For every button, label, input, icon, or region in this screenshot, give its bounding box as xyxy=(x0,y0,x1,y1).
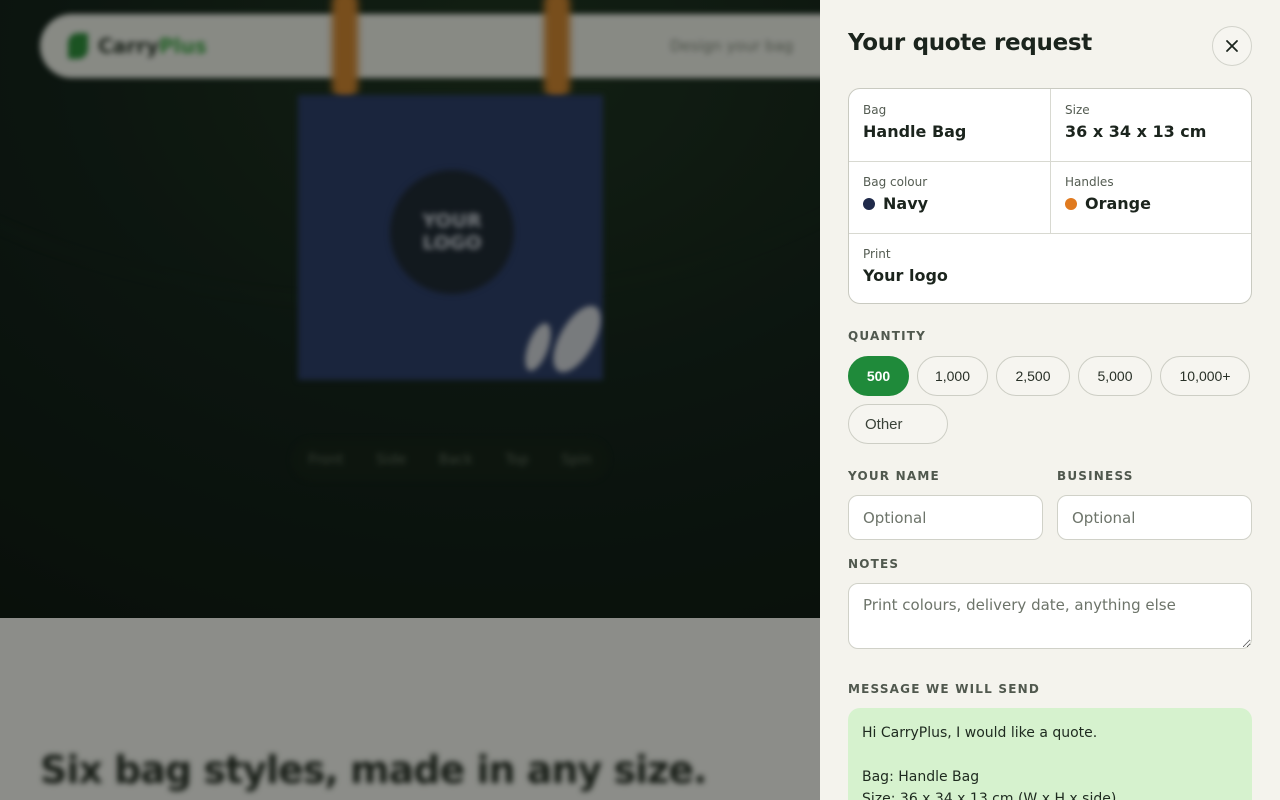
quantity-option-5000[interactable]: 5,000 xyxy=(1078,356,1152,396)
summary-bag-label: Bag xyxy=(863,103,887,117)
message-line-size: Size: 36 x 34 x 13 cm (W x H x side) xyxy=(862,791,1117,800)
quote-summary-card: Bag Handle Bag Size 36 x 34 x 13 cm Bag … xyxy=(848,88,1252,304)
close-icon xyxy=(1226,40,1238,52)
message-label: MESSAGE WE WILL SEND xyxy=(848,682,1041,696)
summary-bag: Bag Handle Bag xyxy=(849,89,1050,155)
drawer-title: Your quote request xyxy=(848,30,1092,56)
business-input[interactable] xyxy=(1057,495,1252,540)
summary-print: Print Your logo xyxy=(849,233,1251,299)
message-line-greeting: Hi CarryPlus, I would like a quote. xyxy=(862,725,1098,741)
colour-swatch-orange xyxy=(1065,197,1077,210)
summary-size-label: Size xyxy=(1065,103,1090,117)
quantity-option-10000-plus[interactable]: 10,000+ xyxy=(1160,356,1250,396)
summary-handles-value: Orange xyxy=(1085,194,1151,213)
quote-drawer: Your quote request Bag Handle Bag Size 3… xyxy=(820,0,1280,800)
summary-handles-label: Handles xyxy=(1065,175,1114,189)
your-name-label: YOUR NAME xyxy=(848,469,940,483)
summary-print-label: Print xyxy=(863,247,891,261)
business-label: BUSINESS xyxy=(1057,469,1134,483)
colour-swatch-navy xyxy=(863,197,875,210)
quantity-option-other[interactable]: Other xyxy=(848,404,948,444)
your-name-input[interactable] xyxy=(848,495,1043,540)
summary-print-value: Your logo xyxy=(863,266,948,285)
quantity-option-2500[interactable]: 2,500 xyxy=(996,356,1070,396)
quantity-label: QUANTITY xyxy=(848,329,927,343)
quantity-option-1000[interactable]: 1,000 xyxy=(917,356,988,396)
summary-size: Size 36 x 34 x 13 cm xyxy=(1051,89,1251,155)
notes-label: NOTES xyxy=(848,557,900,571)
summary-size-value: 36 x 34 x 13 cm xyxy=(1065,122,1207,141)
message-line-bag: Bag: Handle Bag xyxy=(862,769,980,785)
summary-bag-colour-label: Bag colour xyxy=(863,175,928,189)
close-button[interactable] xyxy=(1212,26,1252,66)
summary-bag-colour: Bag colour Navy xyxy=(849,161,1050,227)
notes-textarea[interactable] xyxy=(848,583,1252,649)
summary-handles: Handles Orange xyxy=(1051,161,1251,227)
message-preview: Hi CarryPlus, I would like a quote. Bag:… xyxy=(848,708,1252,800)
quantity-option-500[interactable]: 500 xyxy=(848,356,909,396)
summary-bag-colour-value: Navy xyxy=(883,194,929,213)
summary-bag-value: Handle Bag xyxy=(863,122,967,141)
